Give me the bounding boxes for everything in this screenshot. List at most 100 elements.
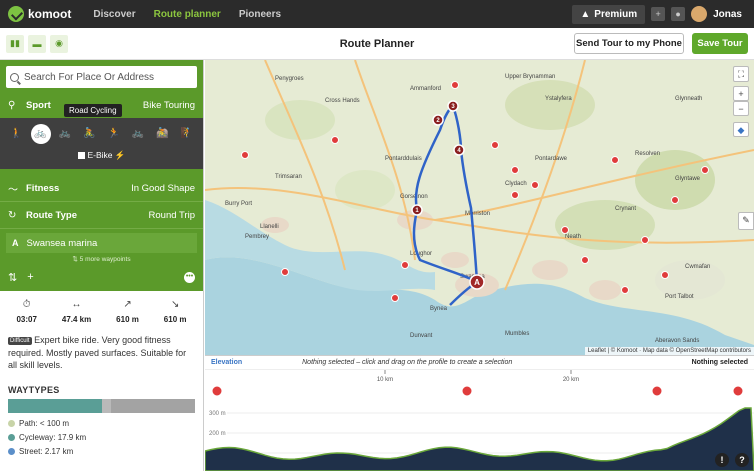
ebike-toggle[interactable]: E-Bike ⚡ bbox=[0, 148, 203, 165]
info-icon[interactable]: ! bbox=[715, 453, 729, 467]
loop-icon: ↻ bbox=[8, 209, 17, 221]
poi-marker[interactable] bbox=[661, 271, 669, 279]
poi-marker[interactable] bbox=[281, 268, 289, 276]
route-type-row[interactable]: ↻ Route Type Round Trip bbox=[0, 202, 203, 228]
waytype-label: Street: bbox=[19, 447, 43, 457]
poi-marker[interactable] bbox=[241, 151, 249, 159]
more-options-icon[interactable]: ••• bbox=[184, 271, 195, 283]
layers-icon[interactable]: ✎ bbox=[738, 212, 754, 230]
waytype-item[interactable]: Street: 2.17 km bbox=[0, 445, 203, 459]
sport-value[interactable]: Bike Touring bbox=[143, 100, 195, 111]
avatar[interactable] bbox=[691, 6, 708, 22]
brand-name: komoot bbox=[28, 7, 72, 21]
fitness-value[interactable]: In Good Shape bbox=[131, 183, 195, 194]
nav-pioneers[interactable]: Pioneers bbox=[239, 9, 281, 20]
poi-marker[interactable] bbox=[401, 261, 409, 269]
map-canvas[interactable]: Penygroes Cross Hands Ammanford Upper Bryna… bbox=[205, 60, 754, 355]
poi-marker[interactable] bbox=[701, 166, 709, 174]
save-tour-button[interactable]: Save Tour bbox=[692, 33, 748, 54]
sidebar-view-icon[interactable]: ▮▮ bbox=[6, 34, 24, 53]
profile-waypoint-pin[interactable] bbox=[732, 385, 744, 397]
poi-marker[interactable] bbox=[641, 236, 649, 244]
waytype-value: 17.9 km bbox=[57, 433, 87, 443]
elevation-tab[interactable]: Elevation bbox=[211, 359, 242, 366]
stopwatch-icon: ⏱ bbox=[22, 299, 31, 310]
waytypes-bar[interactable] bbox=[8, 398, 195, 413]
poi-marker[interactable] bbox=[451, 81, 459, 89]
distance-icon: ↔ bbox=[71, 299, 82, 310]
zoom-in-button[interactable]: + bbox=[733, 86, 749, 101]
mountain-bike-icon[interactable]: 🚲 bbox=[55, 124, 75, 144]
town-label: Loughor bbox=[410, 251, 432, 257]
poi-marker[interactable] bbox=[611, 156, 619, 164]
elevation-profile[interactable]: 300 m200 m100 m10 km20 km bbox=[204, 370, 754, 472]
poi-marker[interactable] bbox=[561, 226, 569, 234]
ebike-checkbox[interactable] bbox=[77, 152, 85, 160]
running-icon[interactable]: 🏃 bbox=[104, 124, 124, 144]
user-name[interactable]: Jonas bbox=[713, 9, 742, 20]
add-icon[interactable]: + bbox=[651, 7, 666, 21]
waytype-item[interactable]: Path: < 100 m bbox=[0, 417, 203, 431]
ebike-label: E-Bike bbox=[87, 150, 113, 160]
route-map[interactable]: Penygroes Cross Hands Ammanford Upper Bryna… bbox=[205, 60, 754, 355]
waypoint-letter: A bbox=[12, 238, 19, 248]
urban-area bbox=[589, 280, 621, 300]
poi-marker[interactable] bbox=[581, 256, 589, 264]
compass-icon[interactable]: ◆ bbox=[733, 122, 749, 137]
profile-waypoint-pin[interactable] bbox=[211, 385, 223, 397]
road-cycling-icon[interactable]: 🚴 bbox=[79, 124, 99, 144]
route-type-value[interactable]: Round Trip bbox=[149, 210, 195, 221]
fullscreen-icon[interactable]: ⛶ bbox=[733, 66, 749, 82]
hiking-icon[interactable]: 🚶 bbox=[6, 124, 26, 144]
map-attribution: Leaflet | © Komoot · Map data © OpenStre… bbox=[584, 347, 754, 355]
town-label: Pontarddulais bbox=[385, 156, 422, 162]
x-tick-label: 20 km bbox=[563, 377, 579, 383]
poi-marker[interactable] bbox=[391, 294, 399, 302]
poi-marker[interactable] bbox=[621, 286, 629, 294]
gravel-icon[interactable]: 🚲 bbox=[128, 124, 148, 144]
nav-route-planner[interactable]: Route planner bbox=[154, 9, 221, 20]
enduro-icon[interactable]: 🚵 bbox=[152, 124, 172, 144]
waytype-label: Cycleway: bbox=[19, 433, 56, 443]
fitness-row[interactable]: 〜 Fitness In Good Shape bbox=[0, 175, 203, 201]
poi-marker[interactable] bbox=[511, 191, 519, 199]
profile-waypoint-pin[interactable] bbox=[651, 385, 663, 397]
town-label: Glynneath bbox=[675, 96, 702, 102]
bell-icon[interactable]: ● bbox=[671, 7, 686, 21]
sport-tooltip: Road Cycling bbox=[64, 104, 122, 117]
planner-panel: Search For Place Or Address ⚲ Sport Bike… bbox=[0, 60, 203, 291]
bike-icon: ⚲ bbox=[8, 99, 16, 111]
eye-icon[interactable]: ◉ bbox=[50, 34, 68, 53]
waypoint-actions: ⇅ + ••• bbox=[0, 263, 203, 291]
elevation-area[interactable] bbox=[204, 407, 754, 472]
poi-marker[interactable] bbox=[511, 166, 519, 174]
poi-marker[interactable] bbox=[531, 181, 539, 189]
main-nav: Discover Route planner Pioneers bbox=[93, 9, 281, 20]
heartbeat-icon: 〜 bbox=[8, 184, 18, 196]
bike-touring-icon[interactable]: 🚲 bbox=[30, 124, 51, 144]
waytype-item[interactable]: Cycleway: 17.9 km bbox=[0, 431, 203, 445]
split-view-icon[interactable]: ▬ bbox=[28, 34, 46, 53]
land-patch bbox=[265, 100, 335, 140]
start-waypoint[interactable]: A Swansea marina bbox=[6, 233, 197, 253]
premium-button[interactable]: ▲ Premium bbox=[572, 4, 646, 24]
poi-marker[interactable] bbox=[331, 136, 339, 144]
search-input[interactable]: Search For Place Or Address bbox=[6, 66, 197, 88]
send-tour-button[interactable]: Send Tour to my Phone bbox=[574, 33, 684, 54]
poi-marker[interactable] bbox=[671, 196, 679, 204]
climbing-icon[interactable]: 🧗 bbox=[177, 124, 197, 144]
profile-waypoint-pin[interactable] bbox=[461, 385, 473, 397]
komoot-logo[interactable]: komoot bbox=[8, 6, 71, 22]
add-waypoint-icon[interactable]: + bbox=[27, 271, 33, 283]
reorder-icon[interactable]: ⇅ bbox=[8, 271, 17, 284]
waytype-segment bbox=[101, 398, 111, 413]
poi-marker[interactable] bbox=[491, 141, 499, 149]
zoom-out-button[interactable]: − bbox=[733, 101, 749, 116]
road-line bbox=[264, 60, 346, 271]
downhill-icon: ↘ bbox=[170, 299, 180, 310]
more-waypoints[interactable]: ⇅ 5 more waypoints bbox=[0, 255, 203, 263]
logo-icon bbox=[8, 6, 24, 22]
help-icon[interactable]: ? bbox=[735, 453, 749, 467]
nav-discover[interactable]: Discover bbox=[93, 9, 135, 20]
town-label: Trimsaran bbox=[275, 174, 302, 180]
